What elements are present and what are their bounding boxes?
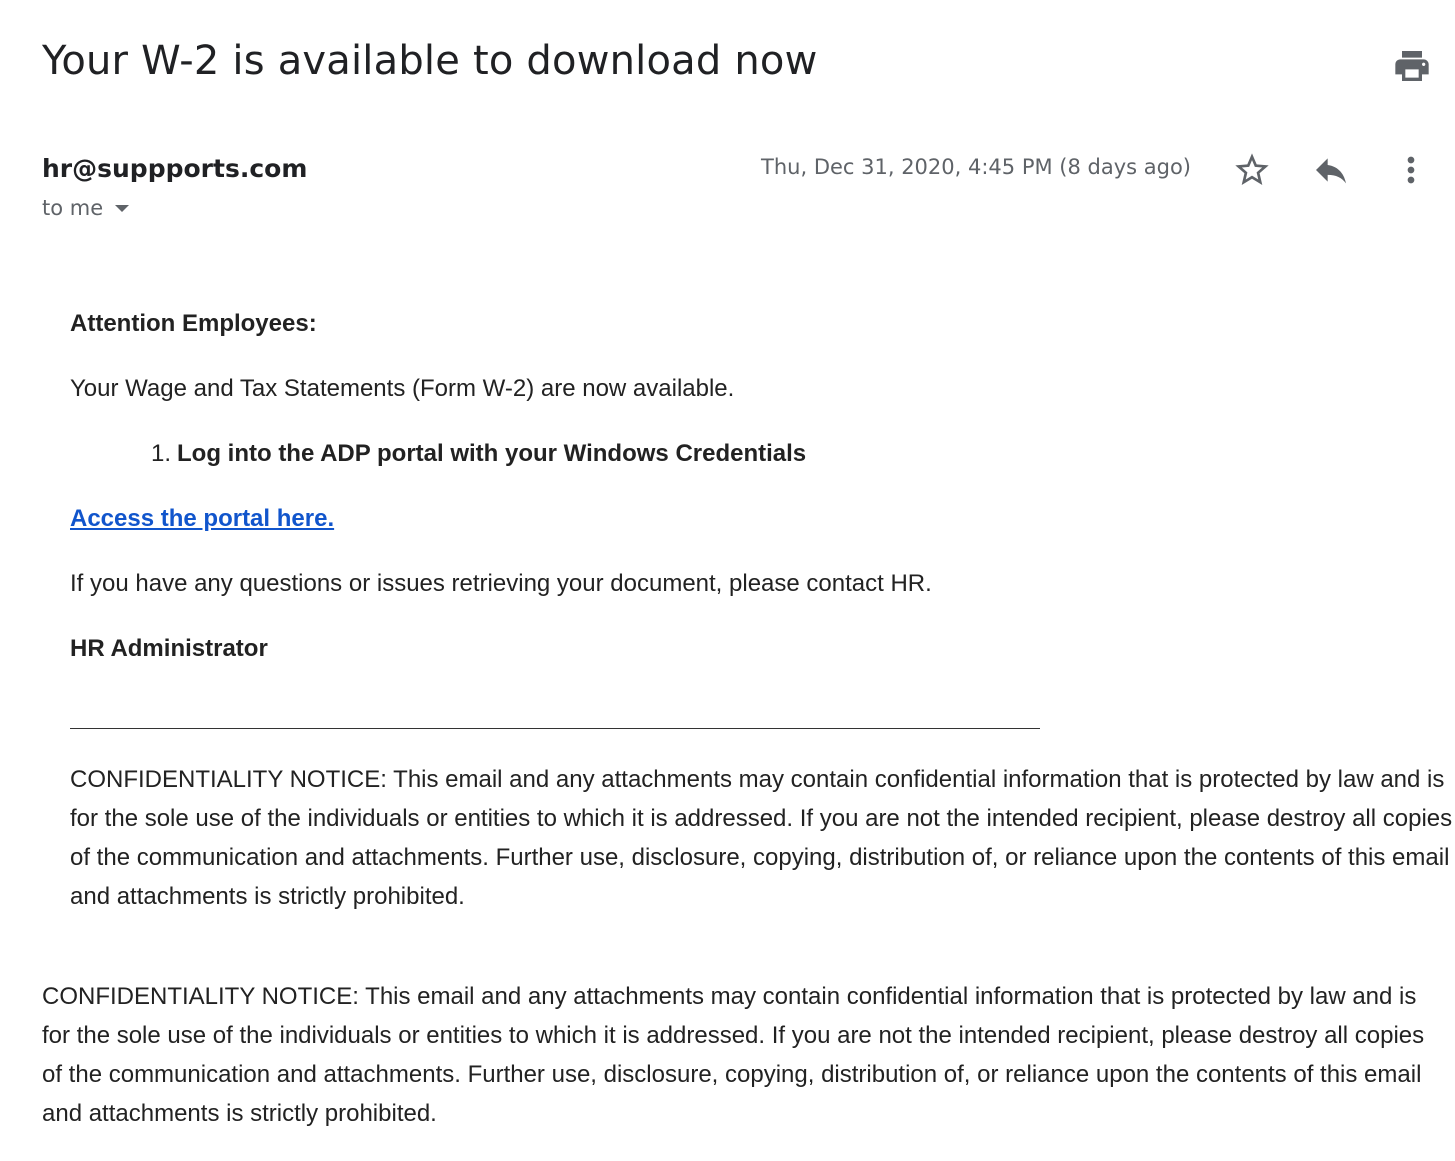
print-button[interactable] bbox=[1392, 46, 1432, 86]
more-vert-icon bbox=[1407, 156, 1415, 184]
recipient-label: to me bbox=[42, 196, 104, 220]
reply-button[interactable] bbox=[1311, 150, 1351, 190]
confidentiality-notice-inner: CONFIDENTIALITY NOTICE: This email and a… bbox=[70, 766, 1453, 910]
list-number: 1. bbox=[151, 440, 172, 467]
reply-icon bbox=[1316, 158, 1346, 184]
confidentiality-notice-outer: CONFIDENTIALITY NOTICE: This email and a… bbox=[42, 983, 1425, 1127]
questions-text: If you have any questions or issues retr… bbox=[70, 570, 932, 597]
email-subject: Your W-2 is available to download now bbox=[42, 38, 818, 84]
more-options-button[interactable] bbox=[1391, 150, 1431, 190]
sender-address[interactable]: hr@suppports.com bbox=[42, 154, 307, 183]
email-date: Thu, Dec 31, 2020, 4:45 PM (8 days ago) bbox=[761, 155, 1191, 179]
caret-down-icon bbox=[115, 204, 130, 212]
instruction-list-item: 1. Log into the ADP portal with your Wind… bbox=[151, 440, 806, 468]
print-icon bbox=[1395, 51, 1429, 81]
star-icon bbox=[1235, 153, 1269, 185]
instruction-text: Log into the ADP portal with your Window… bbox=[177, 440, 807, 467]
recipient-details-toggle[interactable]: to me bbox=[42, 196, 130, 220]
star-button[interactable] bbox=[1232, 150, 1272, 190]
portal-link[interactable]: Access the portal here. bbox=[70, 505, 334, 533]
signature: HR Administrator bbox=[70, 635, 268, 662]
intro-text: Your Wage and Tax Statements (Form W-2) … bbox=[70, 375, 735, 402]
greeting-heading: Attention Employees: bbox=[70, 310, 317, 337]
divider-line bbox=[70, 728, 1040, 729]
